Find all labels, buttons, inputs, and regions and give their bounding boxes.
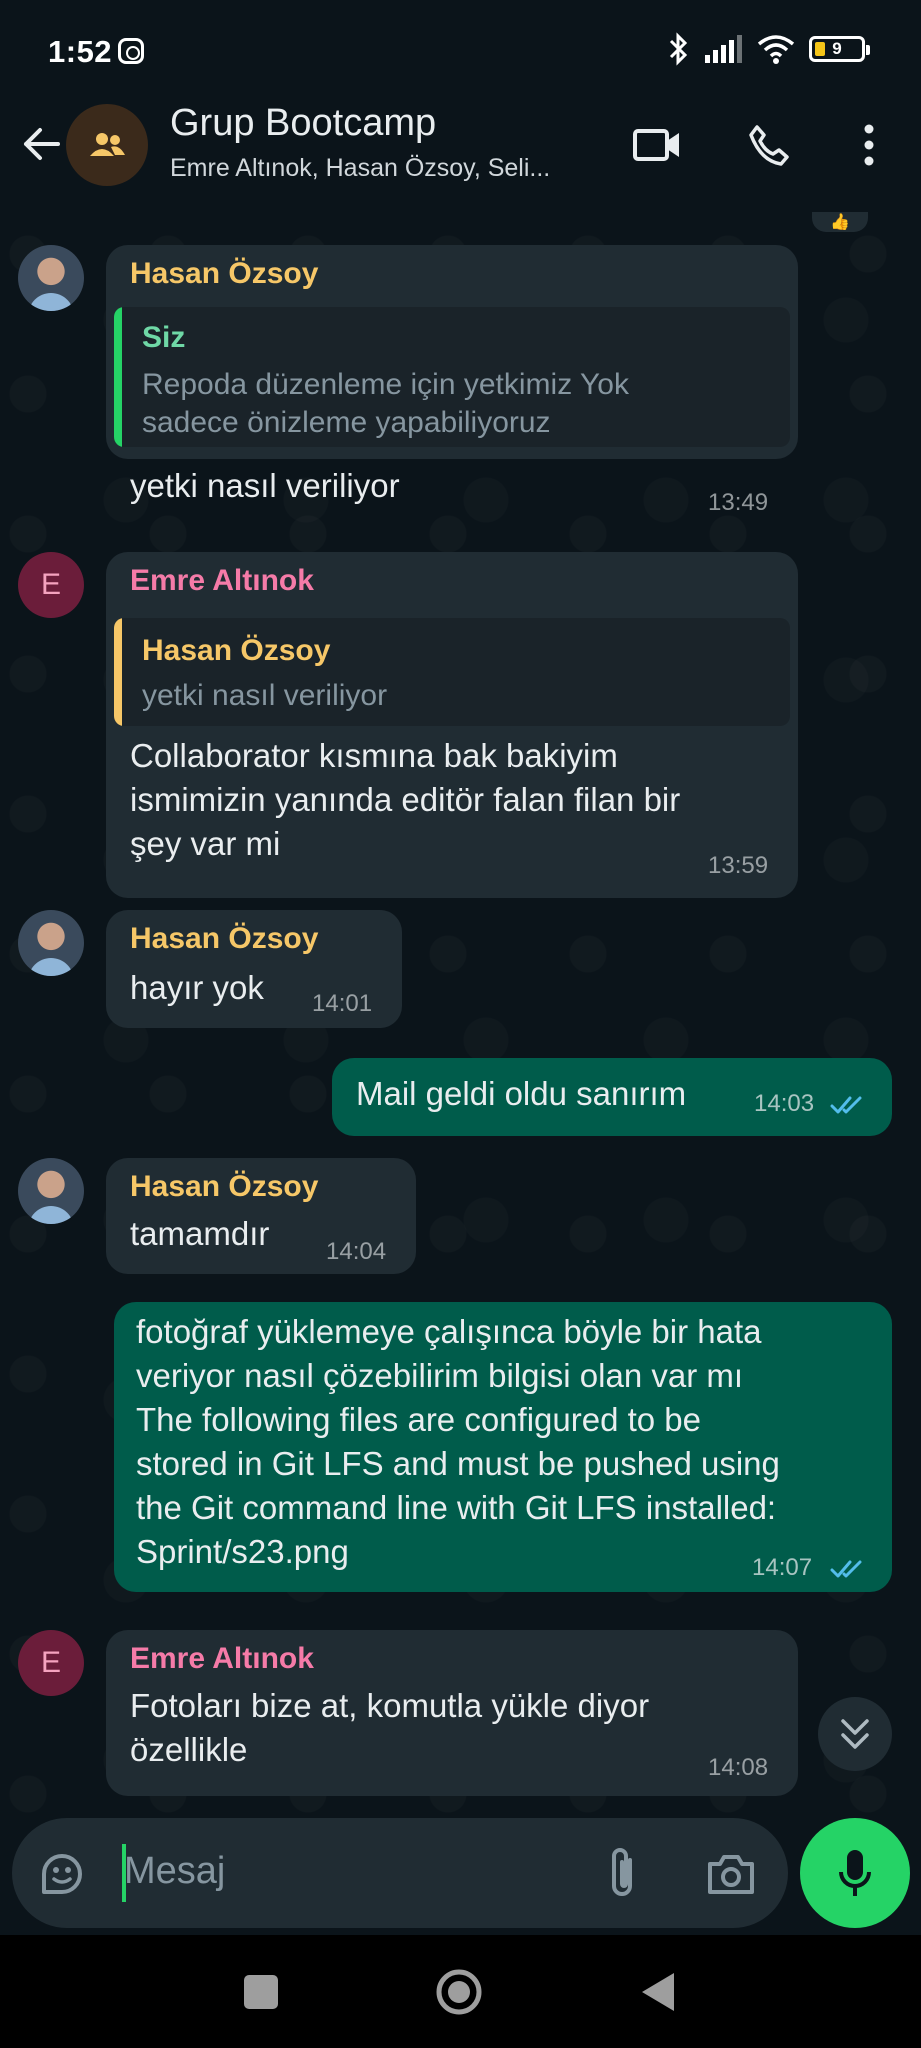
avatar[interactable] (18, 245, 84, 311)
camera-icon[interactable] (706, 1852, 756, 1896)
chat-members[interactable]: Emre Altınok, Hasan Özsoy, Seli... (170, 154, 550, 183)
message-time: 14:01 (312, 990, 373, 1017)
recents-button[interactable] (244, 1975, 278, 2009)
avatar[interactable] (18, 1158, 84, 1224)
sender-name[interactable]: Emre Altınok (130, 564, 314, 598)
system-nav-bar (0, 1935, 921, 2048)
message-text: yetki nasıl veriliyor (130, 467, 400, 504)
read-ticks-icon (830, 1096, 862, 1114)
wifi-icon (757, 35, 795, 64)
message-bubble-outgoing[interactable]: fotoğraf yüklemeye çalışınca böyle bir h… (114, 1302, 892, 1592)
scroll-to-bottom-button[interactable] (818, 1697, 892, 1771)
avatar[interactable]: E (18, 1630, 84, 1696)
read-ticks-icon (830, 1560, 862, 1578)
sender-name[interactable]: Hasan Özsoy (130, 922, 318, 956)
battery-icon: 9 (809, 36, 870, 62)
bluetooth-icon (669, 32, 688, 66)
paperclip-icon[interactable] (604, 1846, 640, 1900)
message-text-line: şey var mi (130, 825, 281, 862)
message-text-line: fotoğraf yüklemeye çalışınca böyle bir h… (136, 1313, 762, 1350)
quoted-message[interactable]: Siz Repoda düzenleme için yetkimiz Yok s… (114, 307, 790, 447)
message-time: 14:03 (754, 1090, 815, 1117)
message-text-line: the Git command line with Git LFS instal… (136, 1489, 777, 1526)
video-call-icon[interactable] (632, 120, 682, 170)
message-time: 14:07 (752, 1554, 813, 1581)
quoted-message[interactable]: Hasan Özsoy yetki nasıl veriliyor (114, 618, 790, 726)
message-text-line: stored in Git LFS and must be pushed usi… (136, 1445, 780, 1482)
phone-icon[interactable] (744, 120, 794, 170)
home-button[interactable] (434, 1967, 484, 2017)
message-text-line: özellikle (130, 1731, 248, 1768)
message-text-line: ismimizin yanında editör falan filan bir (130, 781, 681, 818)
message-time: 14:08 (708, 1754, 769, 1781)
chat-header: Grup Bootcamp Emre Altınok, Hasan Özsoy,… (0, 100, 921, 212)
message-bubble[interactable]: Emre Altınok Hasan Özsoy yetki nasıl ver… (106, 552, 798, 898)
message-text-line: The following files are configured to be (136, 1401, 701, 1438)
mic-button[interactable] (800, 1818, 910, 1928)
message-text-line: veriyor nasıl çözebilirim bilgisi olan v… (136, 1357, 744, 1394)
message-text-line: Fotoları bize at, komutla yükle diyor (130, 1687, 650, 1724)
double-chevron-down-icon (841, 1719, 869, 1749)
message-text: hayır yok (130, 969, 264, 1006)
message-text: tamamdır (130, 1215, 270, 1252)
message-text: Mail geldi oldu sanırım (356, 1075, 687, 1112)
message-bubble[interactable]: Hasan Özsoy tamamdır 14:04 (106, 1158, 416, 1274)
sticker-icon[interactable] (38, 1850, 86, 1898)
back-button[interactable] (640, 1971, 676, 2013)
message-list[interactable]: 👍 Hasan Özsoy Siz Repoda düzenleme için … (0, 212, 921, 1817)
quote-text-line: yetki nasıl veriliyor (142, 679, 388, 712)
message-bubble[interactable]: Hasan Özsoy hayır yok 14:01 (106, 910, 402, 1028)
quote-author: Hasan Özsoy (142, 634, 331, 667)
sender-name[interactable]: Emre Altınok (130, 1642, 314, 1676)
status-icons: 9 (667, 32, 870, 66)
message-bubble[interactable]: Emre Altınok Fotoları bize at, komutla y… (106, 1630, 798, 1796)
quote-text-line: Repoda düzenleme için yetkimiz Yok (142, 368, 629, 401)
sender-name[interactable]: Hasan Özsoy (130, 1170, 318, 1204)
message-input[interactable]: Mesaj (124, 1850, 225, 1893)
arrow-left-icon[interactable] (18, 122, 62, 166)
message-time: 13:49 (708, 489, 769, 516)
message-text-line: Collaborator kısmına bak bakiyim (130, 737, 618, 774)
more-vert-icon[interactable] (844, 120, 894, 170)
group-icon (90, 133, 125, 156)
mic-icon (839, 1850, 871, 1896)
reaction-badge[interactable]: 👍 (812, 212, 868, 232)
message-bubble[interactable]: Hasan Özsoy Siz Repoda düzenleme için ye… (106, 245, 798, 459)
quote-bar (114, 307, 122, 447)
group-avatar[interactable] (66, 104, 148, 186)
signal-icon (705, 35, 742, 63)
instagram-notification-icon (118, 38, 144, 64)
sender-name[interactable]: Hasan Özsoy (130, 257, 318, 291)
quote-bar (114, 618, 122, 726)
chat-title[interactable]: Grup Bootcamp (170, 102, 436, 145)
battery-level: 9 (832, 39, 842, 58)
avatar[interactable]: E (18, 552, 84, 618)
status-bar: 1:52 9 (0, 0, 921, 100)
message-time: 14:04 (326, 1238, 387, 1265)
message-input-bar: Mesaj (12, 1818, 788, 1928)
quote-text-line: sadece önizleme yapabiliyoruz (142, 406, 551, 439)
message-bubble-outgoing[interactable]: Mail geldi oldu sanırım 14:03 (332, 1058, 892, 1136)
message-time: 13:59 (708, 852, 769, 879)
quote-author: Siz (142, 321, 186, 354)
status-time: 1:52 (48, 34, 113, 69)
avatar[interactable] (18, 910, 84, 976)
message-text-line: Sprint/s23.png (136, 1533, 349, 1570)
